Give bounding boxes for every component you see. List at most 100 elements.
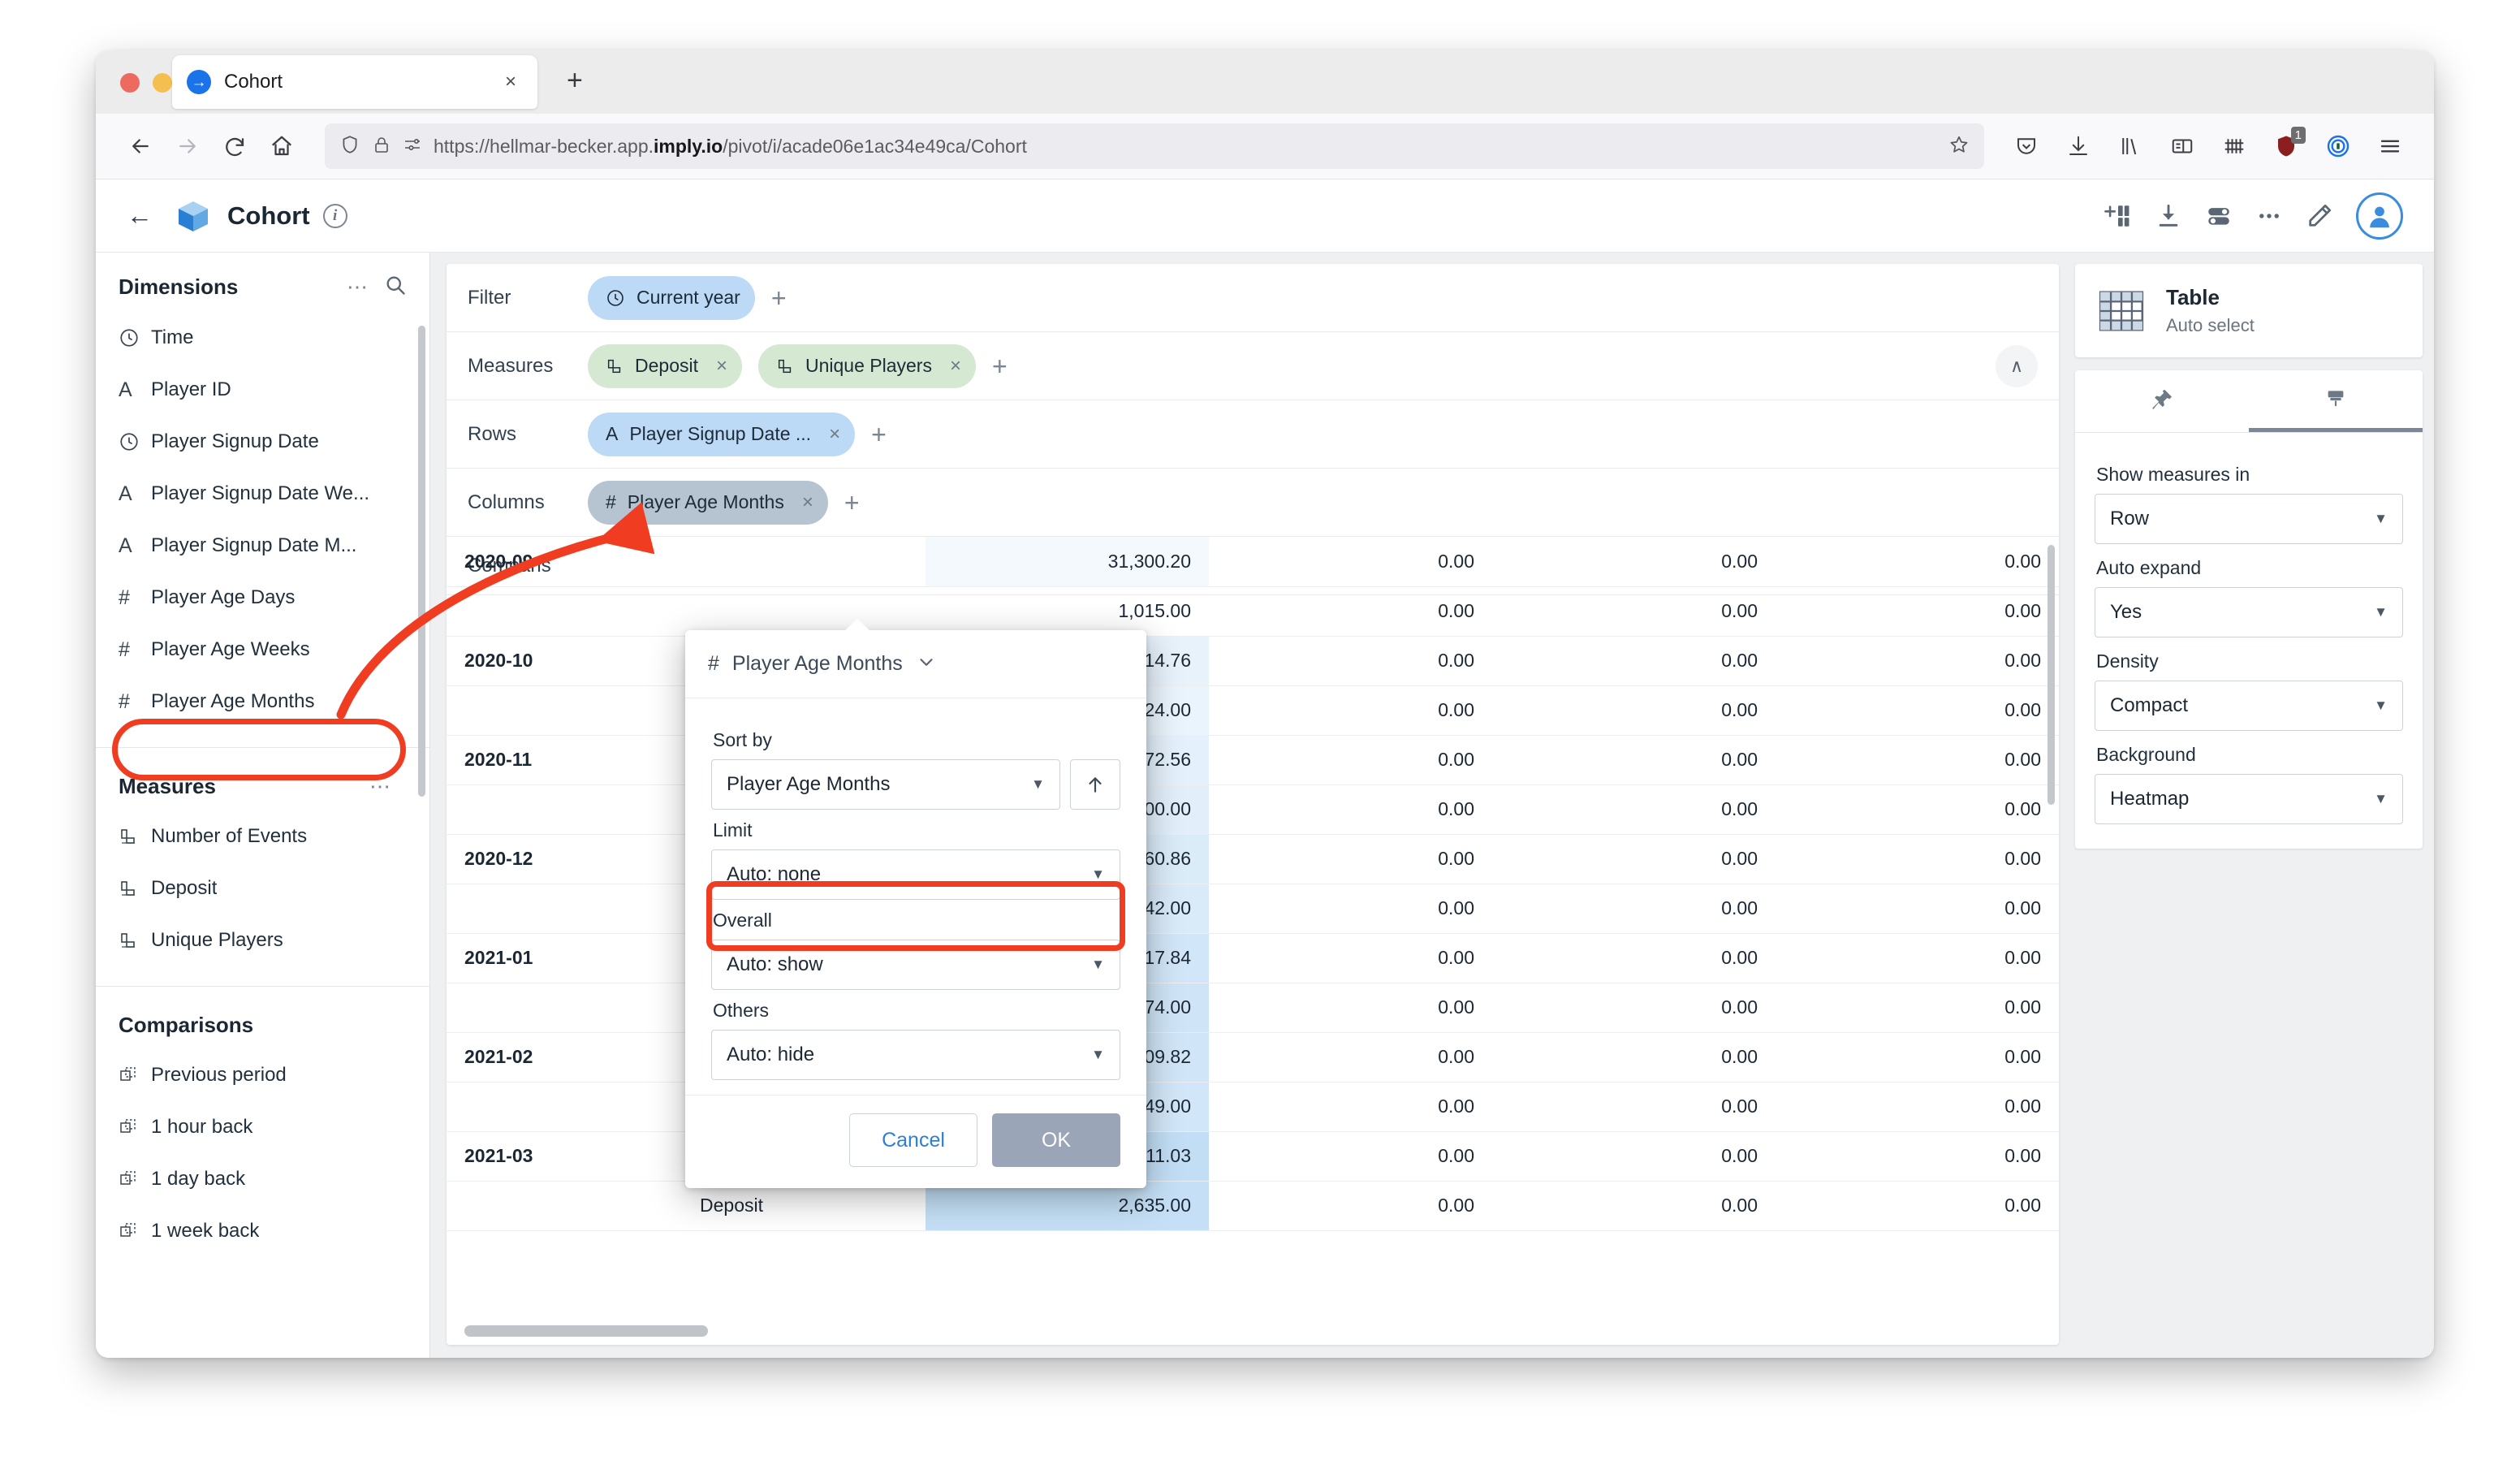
sidebar-item-player-id[interactable]: A Player ID (96, 364, 429, 416)
reload-icon[interactable] (211, 123, 258, 170)
limit-select[interactable]: Auto: none ▼ (711, 849, 1120, 900)
table-row[interactable]: 2020-0931,300.200.000.000.00 (447, 537, 2059, 586)
bar-chart-icon (119, 879, 151, 898)
url-text[interactable]: https://hellmar-becker.app.imply.io/pivo… (434, 136, 1937, 158)
table-row[interactable]: Deposit2,635.000.000.000.00 (447, 1181, 2059, 1230)
columns-pill-player-age-months[interactable]: # Player Age Months × (588, 481, 828, 525)
cancel-button[interactable]: Cancel (849, 1113, 977, 1167)
chevron-down-icon[interactable] (916, 651, 937, 677)
sidebar-icon[interactable] (2160, 123, 2205, 169)
limit-label: Limit (713, 819, 1120, 841)
close-icon[interactable]: × (950, 355, 961, 378)
permissions-icon[interactable] (403, 135, 422, 158)
sidebar-item-player-age-months[interactable]: # Player Age Months (96, 676, 429, 728)
sidebar-scrollbar[interactable] (418, 326, 425, 797)
library-icon[interactable] (2108, 123, 2153, 169)
sidebar-item-player-signup-date[interactable]: Player Signup Date (96, 416, 429, 468)
filter-pill-current-year[interactable]: Current year (588, 276, 755, 320)
options-tabs (2075, 370, 2423, 433)
browser-tab[interactable]: → Cohort × (172, 55, 537, 109)
density-select[interactable]: Compact ▼ (2095, 681, 2403, 731)
shield-extension-icon[interactable]: 1 (2263, 123, 2309, 169)
measures-more-icon[interactable]: ⋯ (369, 774, 392, 799)
back-arrow-icon[interactable] (117, 123, 164, 170)
forward-arrow-icon[interactable] (164, 123, 211, 170)
new-tab-button[interactable]: + (567, 67, 583, 94)
sidebar-item-player-signup-date-week[interactable]: A Player Signup Date We... (96, 468, 429, 520)
others-select[interactable]: Auto: hide ▼ (711, 1030, 1120, 1080)
hash-icon: # (606, 491, 616, 513)
dimensions-title: Dimensions (119, 274, 347, 300)
tab-appearance[interactable] (2249, 370, 2423, 432)
chevron-down-icon: ▼ (2374, 511, 2388, 527)
background-select[interactable]: Heatmap ▼ (2095, 774, 2403, 824)
add-tile-icon[interactable] (2093, 191, 2143, 241)
table-vertical-scrollbar[interactable] (2048, 545, 2055, 805)
hash-icon: # (119, 638, 151, 662)
chevron-down-icon: ▼ (2374, 604, 2388, 620)
rows-pill-player-signup-date[interactable]: A Player Signup Date ... × (588, 413, 855, 456)
star-icon[interactable] (1948, 134, 1970, 159)
sidebar-item-1-hour-back[interactable]: 1 hour back (96, 1101, 429, 1153)
dimensions-more-icon[interactable]: ⋯ (347, 274, 369, 300)
url-bar[interactable]: https://hellmar-becker.app.imply.io/pivo… (325, 123, 1984, 169)
sidebar-item-1-day-back[interactable]: 1 day back (96, 1153, 429, 1205)
close-window-button[interactable] (120, 73, 140, 93)
app-back-button[interactable]: ← (127, 201, 153, 231)
table-row[interactable]: 1,015.000.000.000.00 (447, 586, 2059, 636)
auto-expand-value: Yes (2110, 601, 2374, 624)
avatar[interactable] (2356, 192, 2403, 240)
bookmarks-toolbar-icon[interactable] (2211, 123, 2257, 169)
sidebar-item-time[interactable]: Time (96, 312, 429, 364)
measure-pill-deposit[interactable]: Deposit × (588, 344, 742, 388)
sidebar-item-player-signup-date-month[interactable]: A Player Signup Date M... (96, 520, 429, 572)
download-icon[interactable] (2143, 191, 2194, 241)
collapse-shelf-chevron-up-icon[interactable]: ∧ (1996, 345, 2038, 387)
search-icon[interactable] (384, 274, 407, 300)
add-filter-button[interactable]: + (771, 285, 787, 311)
ok-button[interactable]: OK (992, 1113, 1120, 1167)
sidebar-item-player-age-weeks[interactable]: # Player Age Weeks (96, 624, 429, 676)
close-icon[interactable]: × (498, 71, 523, 93)
pocket-icon[interactable] (2004, 123, 2049, 169)
info-icon[interactable]: i (323, 204, 347, 228)
hamburger-menu-icon[interactable] (2367, 123, 2413, 169)
download-icon[interactable] (2056, 123, 2101, 169)
home-icon[interactable] (258, 123, 305, 170)
sidebar-item-deposit[interactable]: Deposit (96, 862, 429, 914)
show-measures-in-select[interactable]: Row ▼ (2095, 494, 2403, 544)
sidebar-item-previous-period[interactable]: Previous period (96, 1049, 429, 1101)
shield-icon[interactable] (339, 134, 360, 159)
table-cell-date: 2020-10 (447, 636, 682, 685)
close-icon[interactable]: × (716, 355, 727, 378)
auto-expand-select[interactable]: Yes ▼ (2095, 587, 2403, 637)
sidebar-item-label: Number of Events (151, 825, 307, 848)
lock-icon[interactable] (372, 135, 391, 158)
visualization-card[interactable]: Table Auto select (2075, 264, 2423, 357)
overall-select[interactable]: Auto: show ▼ (711, 940, 1120, 990)
sidebar-item-number-of-events[interactable]: Number of Events (96, 810, 429, 862)
add-row-button[interactable]: + (871, 421, 887, 447)
popup-header[interactable]: # Player Age Months (685, 630, 1146, 698)
measures-section: Measures ⋯ Number of Events Deposit Uniq… (96, 753, 429, 981)
popup-body: Sort by Player Age Months ▼ Limit Auto: … (685, 698, 1146, 1095)
sort-direction-button[interactable] (1070, 759, 1120, 810)
table-horizontal-scrollbar[interactable] (464, 1325, 708, 1337)
close-icon[interactable]: × (802, 491, 813, 514)
account-icon[interactable] (2315, 123, 2361, 169)
sidebar-item-unique-players[interactable]: Unique Players (96, 914, 429, 966)
measure-pill-unique-players[interactable]: Unique Players × (758, 344, 976, 388)
sidebar-item-1-week-back[interactable]: 1 week back (96, 1205, 429, 1257)
minimize-window-button[interactable] (153, 73, 172, 93)
sort-by-select[interactable]: Player Age Months ▼ (711, 759, 1060, 810)
toggles-icon[interactable] (2194, 191, 2244, 241)
clock-icon (119, 431, 151, 452)
close-icon[interactable]: × (829, 423, 840, 446)
sidebar-item-player-age-days[interactable]: # Player Age Days (96, 572, 429, 624)
tab-pinboard[interactable] (2075, 370, 2249, 432)
edit-pencil-icon[interactable] (2294, 191, 2345, 241)
add-column-button[interactable]: + (844, 490, 860, 516)
more-icon[interactable] (2244, 191, 2294, 241)
table-cell-date (447, 1181, 682, 1230)
add-measure-button[interactable]: + (992, 353, 1008, 379)
